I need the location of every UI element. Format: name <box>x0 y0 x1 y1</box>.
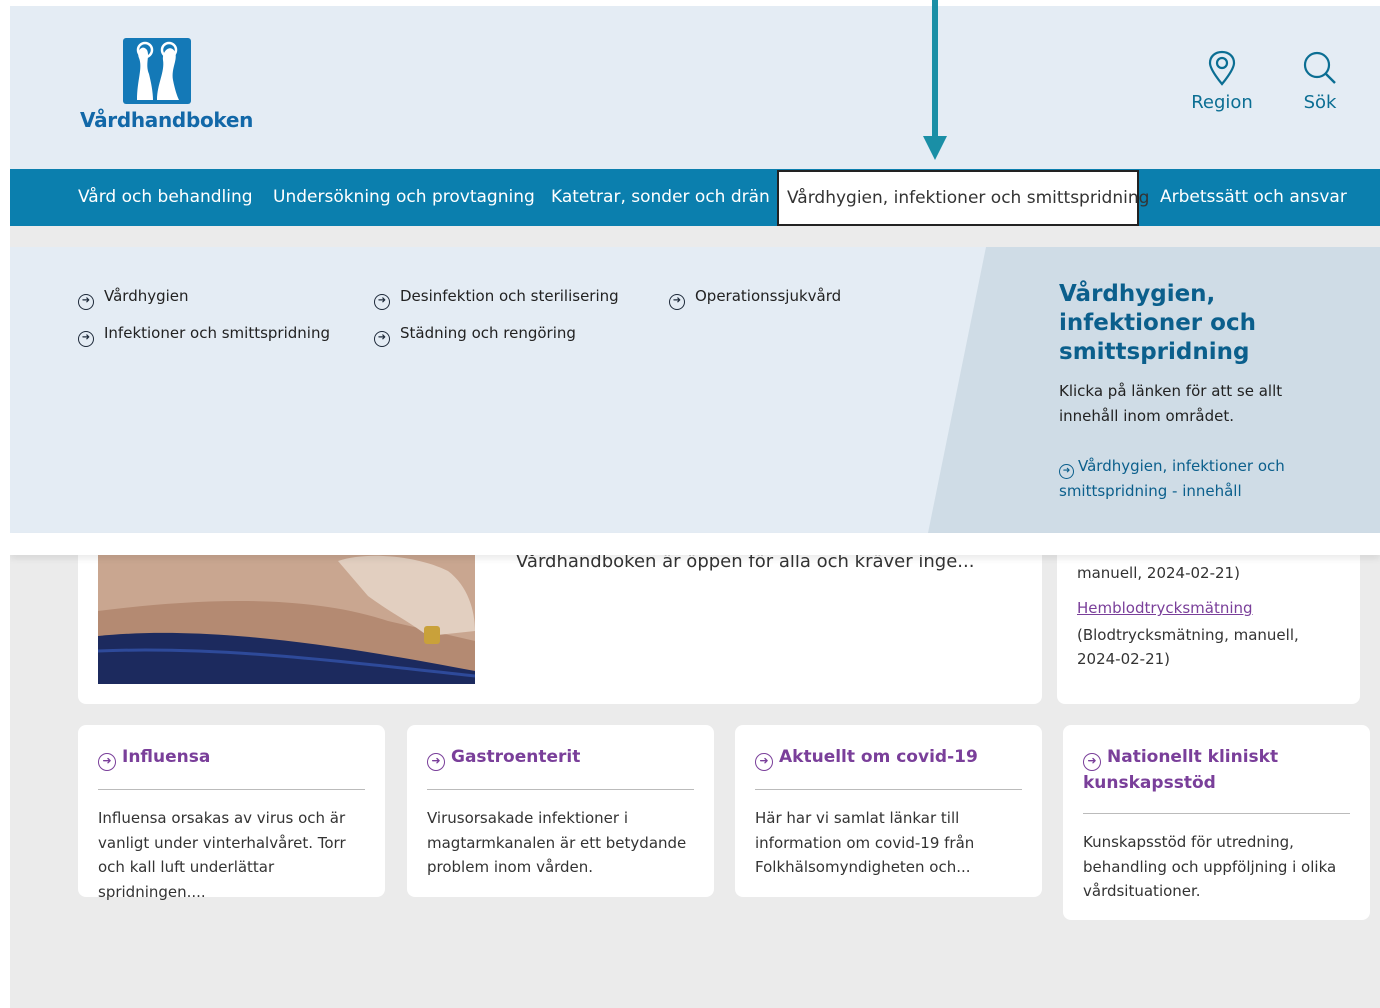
menu-panel-title: Vårdhygien, infektioner och smittspridni… <box>1059 281 1256 365</box>
menu-link-label: Operationssjukvård <box>695 287 842 305</box>
logo-text: Vårdhandboken <box>80 108 254 132</box>
menu-link-infektioner[interactable]: ➜ Infektioner och smittspridning <box>78 324 330 347</box>
update-link-hemblodtrycksmatning[interactable]: Hemblodtrycksmätning <box>1077 599 1253 617</box>
search-button[interactable]: Sök <box>1296 50 1344 113</box>
nav-item-undersokning[interactable]: Undersökning och provtagning <box>273 169 535 226</box>
menu-link-label: Infektioner och smittspridning <box>104 324 330 342</box>
arrow-right-icon: ➜ <box>78 331 94 347</box>
logo-mark <box>123 38 191 104</box>
menu-link-operationssjukvard[interactable]: ➜ Operationssjukvård <box>669 287 841 310</box>
menu-bottom-edge <box>10 533 1380 555</box>
nav-item-katetrar[interactable]: Katetrar, sonder och drän <box>551 169 770 226</box>
nav-item-vard-och-behandling[interactable]: Vård och behandling <box>78 169 253 226</box>
mega-menu: ➜ Vårdhygien ➜ Infektioner och smittspridn… <box>10 247 1380 533</box>
arrow-right-icon: ➜ <box>98 753 116 771</box>
annotation-arrow-icon <box>923 0 947 160</box>
card-text: Influensa orsakas av virus och är vanlig… <box>98 809 346 901</box>
arrow-right-icon: ➜ <box>374 294 390 310</box>
latest-updates-card: manuell, 2024-02-21) Hemblodtrycksmätnin… <box>1057 551 1360 704</box>
menu-link-label: Vårdhygien <box>104 287 189 305</box>
site-header: Vårdhandboken Region Sök <box>10 6 1380 169</box>
search-label: Sök <box>1303 92 1337 113</box>
menu-link-label: Städning och rengöring <box>400 324 576 342</box>
arrow-right-icon: ➜ <box>78 294 94 310</box>
card-text: Här har vi samlat länkar till informatio… <box>755 809 975 876</box>
arrow-right-icon: ➜ <box>669 294 685 310</box>
menu-panel-link[interactable]: ➜ Vårdhygien, infektioner och smittspridn… <box>1059 454 1299 504</box>
card-title[interactable]: ➜ Influensa <box>98 745 365 790</box>
card-text: Virusorsakade infektioner i magtarmkanal… <box>427 809 687 876</box>
nav-item-vardhygien[interactable]: Vårdhygien, infektioner och smittspridni… <box>777 170 1149 226</box>
card-title[interactable]: ➜ Aktuellt om covid-19 <box>755 745 1022 790</box>
arrow-right-icon: ➜ <box>1083 753 1101 771</box>
arrow-right-icon: ➜ <box>755 753 773 771</box>
menu-panel-description: Klicka på länken för att se allt innehål… <box>1059 382 1283 425</box>
card-nationellt-kunskapsstod[interactable]: ➜ Nationellt kliniskt kunskapsstöd Kunska… <box>1063 725 1370 920</box>
arrow-right-icon: ➜ <box>1059 464 1074 479</box>
card-text: Kunskapsstöd för utredning, behandling o… <box>1083 833 1337 900</box>
card-gastroenterit[interactable]: ➜ Gastroenterit Virusorsakade infektioner… <box>407 725 714 897</box>
region-label: Region <box>1191 92 1253 113</box>
hero-image <box>98 551 475 684</box>
arrow-right-icon: ➜ <box>374 331 390 347</box>
nav-item-arbetssatt[interactable]: Arbetssätt och ansvar <box>1160 169 1347 226</box>
arrow-right-icon: ➜ <box>427 753 445 771</box>
page: Vårdhandboken Region Sök Vård och behand… <box>10 6 1380 1008</box>
menu-link-label: Desinfektion och sterilisering <box>400 287 619 305</box>
menu-link-stadning[interactable]: ➜ Städning och rengöring <box>374 324 576 347</box>
main-navigation: Vård och behandling Undersökning och pro… <box>10 169 1380 226</box>
card-influensa[interactable]: ➜ Influensa Influensa orsakas av virus oc… <box>78 725 385 901</box>
menu-link-vardhygien[interactable]: ➜ Vårdhygien <box>78 287 189 310</box>
search-icon <box>1303 51 1336 84</box>
card-title[interactable]: ➜ Nationellt kliniskt kunskapsstöd <box>1083 745 1350 814</box>
card-title[interactable]: ➜ Gastroenterit <box>427 745 694 790</box>
location-pin-icon <box>1208 50 1236 86</box>
update-meta: manuell, 2024-02-21) <box>1077 564 1240 582</box>
card-covid-19[interactable]: ➜ Aktuellt om covid-19 Här har vi samlat … <box>735 725 1042 897</box>
region-button[interactable]: Region <box>1190 50 1254 113</box>
hero-card: Vårdhandboken är öppen för alla och kräv… <box>78 551 1042 704</box>
menu-link-desinfektion[interactable]: ➜ Desinfektion och sterilisering <box>374 287 619 310</box>
update-meta: (Blodtrycksmätning, manuell, 2024-02-21) <box>1077 626 1299 668</box>
menu-panel-link-label: Vårdhygien, infektioner och smittspridni… <box>1059 457 1285 500</box>
